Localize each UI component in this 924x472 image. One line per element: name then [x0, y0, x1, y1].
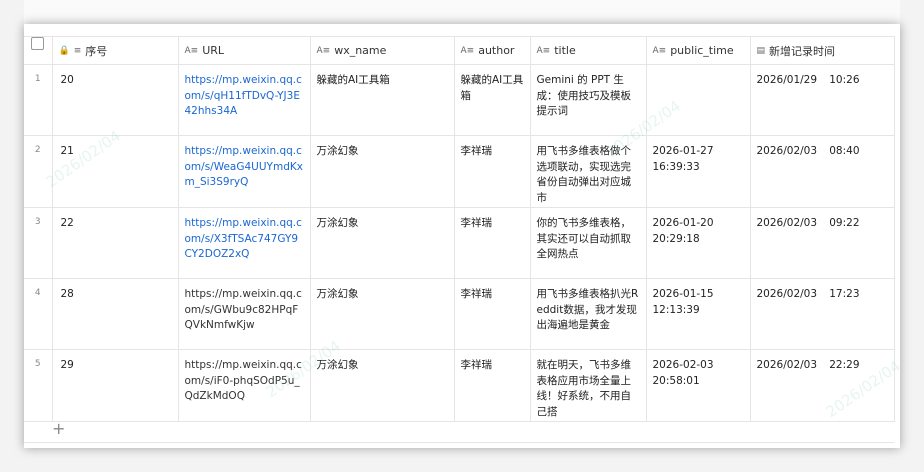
- created-date: 2026/02/03: [756, 145, 818, 157]
- records-table: 🔒 ≡ 序号 A≡ URL A≡ wx_name A≡ author A≡ title A≡…: [24, 36, 895, 422]
- created-date: 2026/01/29: [756, 74, 818, 86]
- cell-wx-name[interactable]: 万涂幻象: [310, 278, 455, 350]
- cell-seq[interactable]: 29: [52, 349, 179, 422]
- row-number: 4: [24, 278, 53, 350]
- created-clock: 08:40: [829, 145, 860, 157]
- created-clock: 17:23: [829, 288, 860, 300]
- table-row[interactable]: 4 28 https://mp.weixin.qq.com/s/GWbu9c82…: [24, 278, 895, 350]
- cell-title[interactable]: Gemini 的 PPT 生成：使用技巧及模板提示词: [530, 64, 647, 136]
- cell-public-time[interactable]: [646, 64, 751, 136]
- cell-author[interactable]: 躲藏的AI工具箱: [454, 64, 531, 136]
- row-number: 5: [24, 349, 53, 422]
- cell-public-time[interactable]: 2026-02-03 20:58:01: [646, 349, 751, 422]
- lock-icon: 🔒: [58, 45, 70, 56]
- header-row: 🔒 ≡ 序号 A≡ URL A≡ wx_name A≡ author A≡ title A≡…: [24, 36, 895, 65]
- column-header-url[interactable]: A≡ URL: [178, 36, 311, 65]
- column-label: wx_name: [334, 44, 387, 57]
- cell-public-time[interactable]: 2026-01-27 16:39:33: [646, 135, 751, 208]
- table-row[interactable]: 5 29 https://mp.weixin.qq.com/s/iF0-phqS…: [24, 349, 895, 422]
- select-all-header[interactable]: [24, 36, 53, 65]
- cell-seq[interactable]: 21: [52, 135, 179, 208]
- cell-created-time[interactable]: 2026/02/03 17:23: [750, 278, 895, 350]
- url-text[interactable]: https://mp.weixin.qq.com/s/GWbu9c82HPqFQ…: [185, 288, 302, 331]
- text-field-icon: A≡: [536, 45, 551, 56]
- cell-seq[interactable]: 22: [52, 207, 179, 279]
- cell-wx-name[interactable]: 万涂幻象: [310, 349, 455, 422]
- created-clock: 22:29: [829, 359, 860, 371]
- column-header-wx-name[interactable]: A≡ wx_name: [310, 36, 455, 65]
- created-clock: 10:26: [829, 74, 860, 86]
- cell-author[interactable]: 李祥瑞: [454, 207, 531, 279]
- cell-seq[interactable]: 20: [52, 64, 179, 136]
- cell-wx-name[interactable]: 万涂幻象: [310, 135, 455, 208]
- url-link[interactable]: https://mp.weixin.qq.com/s/X3fTSAc747GY9…: [185, 217, 302, 260]
- row-number: 3: [24, 207, 53, 279]
- column-label: URL: [202, 44, 225, 57]
- cell-url[interactable]: https://mp.weixin.qq.com/s/X3fTSAc747GY9…: [178, 207, 311, 279]
- row-number: 1: [24, 64, 53, 136]
- column-label: 序号: [85, 44, 108, 58]
- text-field-icon: A≡: [460, 45, 475, 56]
- select-all-checkbox[interactable]: [31, 37, 45, 50]
- text-field-icon: A≡: [316, 45, 331, 56]
- number-field-icon: ≡: [73, 45, 82, 56]
- cell-wx-name[interactable]: 万涂幻象: [310, 207, 455, 279]
- column-label: 新增记录时间: [769, 44, 836, 58]
- cell-author[interactable]: 李祥瑞: [454, 349, 531, 422]
- column-header-author[interactable]: A≡ author: [454, 36, 531, 65]
- cell-title[interactable]: 就在明天，飞书多维表格应用市场全量上线！好系统，不用自己搭: [530, 349, 647, 422]
- cell-title[interactable]: 你的飞书多维表格，其实还可以自动抓取全网热点: [530, 207, 647, 279]
- table-row[interactable]: 2 21 https://mp.weixin.qq.com/s/WeaG4UUY…: [24, 135, 895, 208]
- created-clock: 09:22: [829, 217, 860, 229]
- table-row[interactable]: 3 22 https://mp.weixin.qq.com/s/X3fTSAc7…: [24, 207, 895, 279]
- cell-url[interactable]: https://mp.weixin.qq.com/s/iF0-phqSOdP5u…: [178, 349, 311, 422]
- column-label: public_time: [670, 44, 734, 57]
- cell-seq[interactable]: 28: [52, 278, 179, 350]
- created-date: 2026/02/03: [756, 359, 818, 371]
- cell-title[interactable]: 用飞书多维表格做个选项联动，实现选完省份自动弹出对应城市: [530, 135, 647, 208]
- column-label: author: [478, 44, 515, 57]
- created-date: 2026/02/03: [756, 217, 818, 229]
- add-record-row[interactable]: +: [24, 418, 894, 443]
- url-link[interactable]: https://mp.weixin.qq.com/s/WeaG4UUYmdKxm…: [185, 145, 303, 188]
- row-number: 2: [24, 135, 53, 208]
- cell-author[interactable]: 李祥瑞: [454, 135, 531, 208]
- cell-url[interactable]: https://mp.weixin.qq.com/s/GWbu9c82HPqFQ…: [178, 278, 311, 350]
- url-link[interactable]: https://mp.weixin.qq.com/s/qH11fTDvQ-YJ3…: [185, 74, 302, 117]
- cell-wx-name[interactable]: 躲藏的AI工具箱: [310, 64, 455, 136]
- column-header-title[interactable]: A≡ title: [530, 36, 647, 65]
- cell-author[interactable]: 李祥瑞: [454, 278, 531, 350]
- cell-title[interactable]: 用飞书多维表格扒光Reddit数据，我才发现出海遍地是黄金: [530, 278, 647, 350]
- text-field-icon: A≡: [184, 45, 199, 56]
- column-header-created-time[interactable]: ▤ 新增记录时间: [750, 36, 895, 65]
- cell-url[interactable]: https://mp.weixin.qq.com/s/WeaG4UUYmdKxm…: [178, 135, 311, 208]
- text-field-icon: A≡: [652, 45, 667, 56]
- created-date: 2026/02/03: [756, 288, 818, 300]
- url-text[interactable]: https://mp.weixin.qq.com/s/iF0-phqSOdP5u…: [185, 359, 302, 402]
- cell-public-time[interactable]: 2026-01-20 20:29:18: [646, 207, 751, 279]
- column-header-seq[interactable]: 🔒 ≡ 序号: [52, 36, 179, 65]
- created-time-icon: ▤: [756, 45, 766, 56]
- cell-created-time[interactable]: 2026/02/03 08:40: [750, 135, 895, 208]
- add-record-button[interactable]: +: [52, 419, 65, 438]
- table-row[interactable]: 1 20 https://mp.weixin.qq.com/s/qH11fTDv…: [24, 64, 895, 136]
- cell-created-time[interactable]: 2026/02/03 09:22: [750, 207, 895, 279]
- column-label: title: [554, 44, 576, 57]
- cell-created-time[interactable]: 2026/01/29 10:26: [750, 64, 895, 136]
- toolbar-strip: [24, 0, 900, 24]
- column-header-public-time[interactable]: A≡ public_time: [646, 36, 751, 65]
- cell-created-time[interactable]: 2026/02/03 22:29: [750, 349, 895, 422]
- cell-public-time[interactable]: 2026-01-15 12:13:39: [646, 278, 751, 350]
- cell-url[interactable]: https://mp.weixin.qq.com/s/qH11fTDvQ-YJ3…: [178, 64, 311, 136]
